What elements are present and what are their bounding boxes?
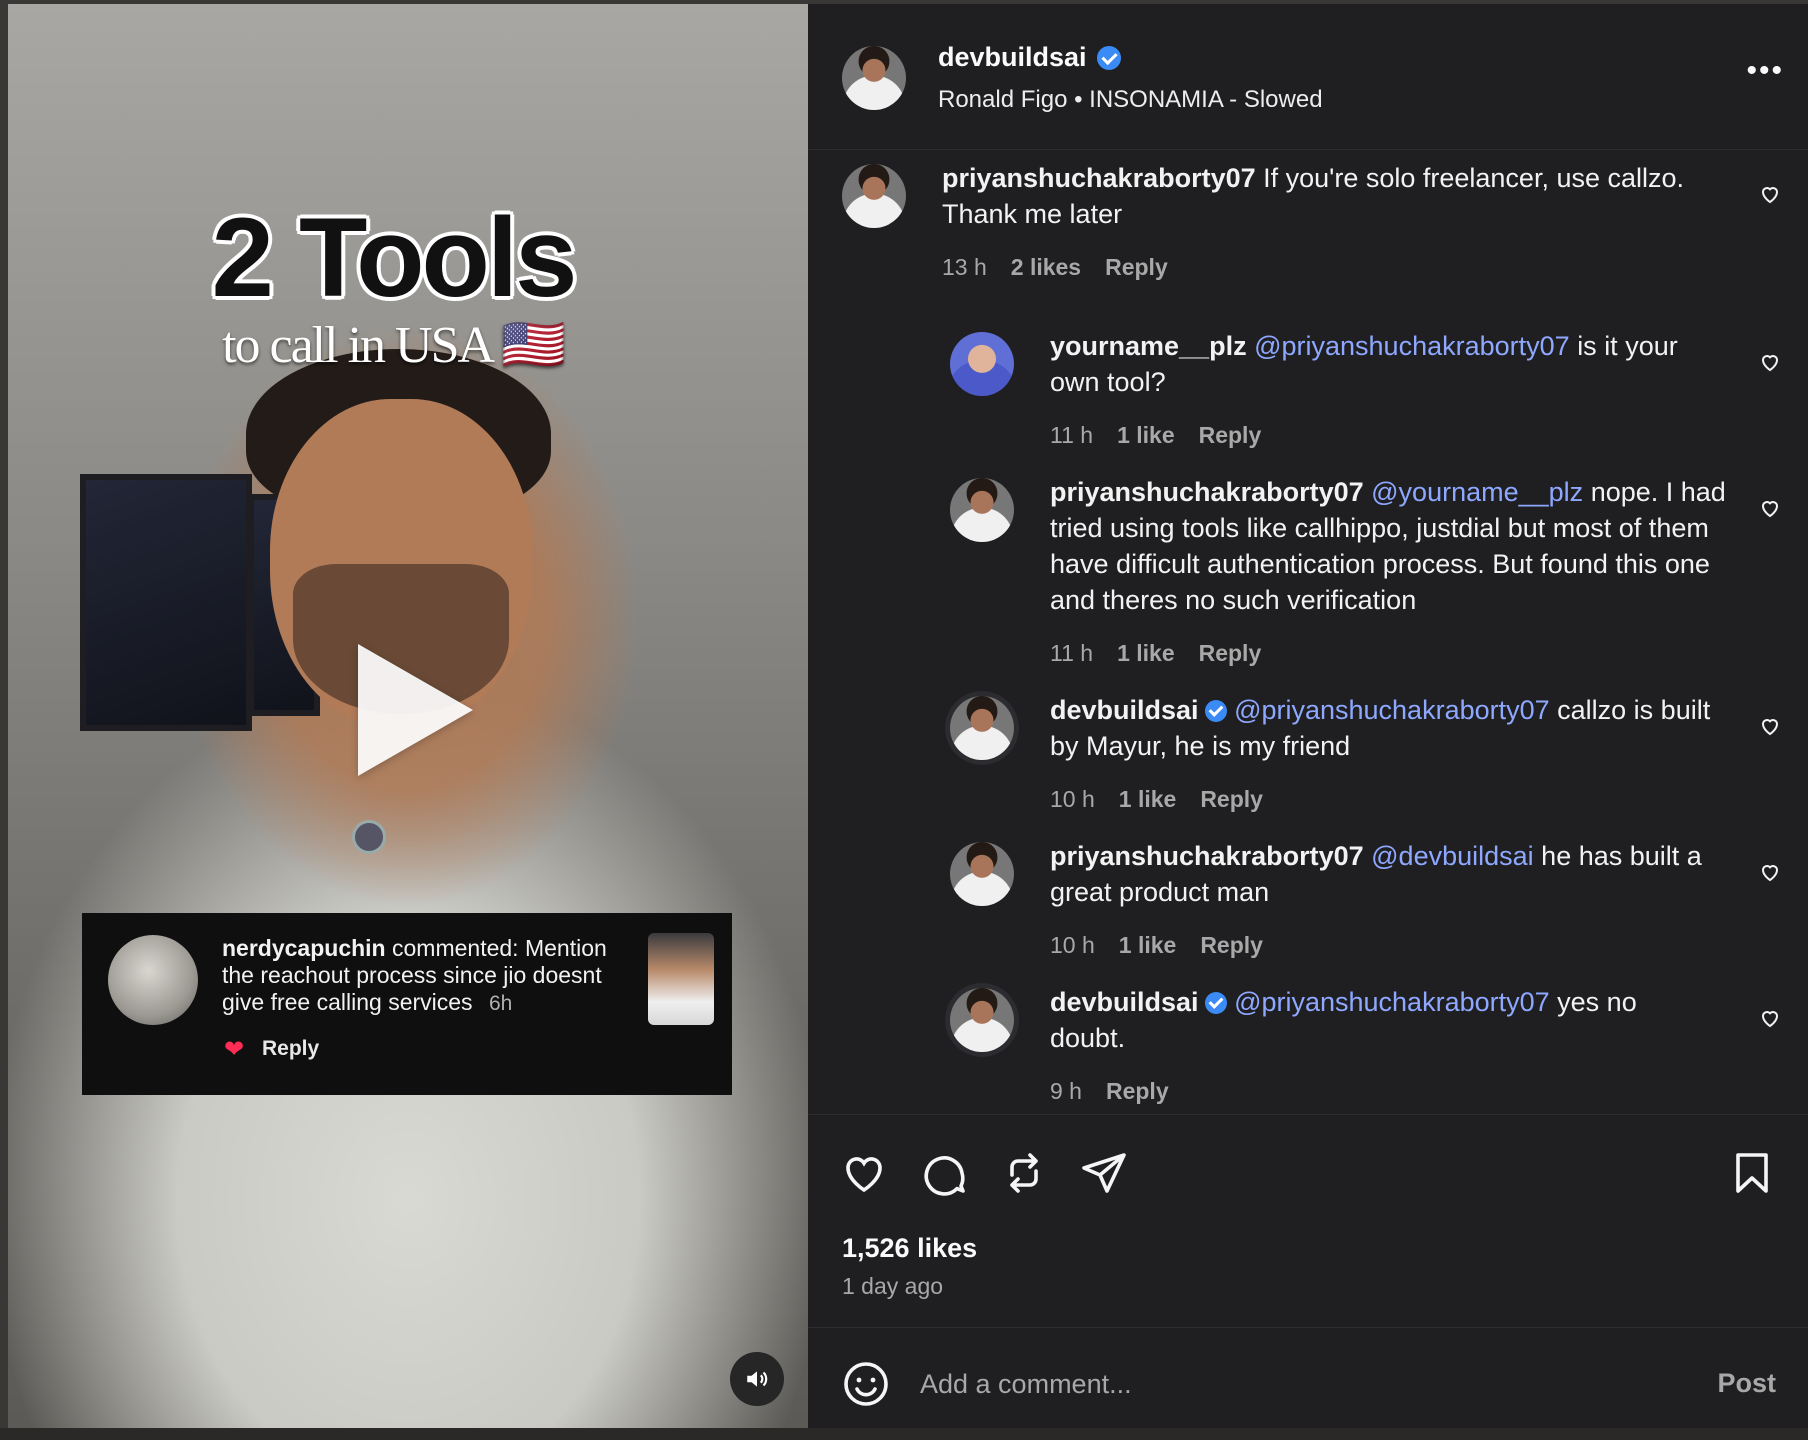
comment-reply-button[interactable]: Reply bbox=[1200, 932, 1263, 959]
comment-time: 10 h bbox=[1050, 786, 1095, 812]
comment-reply-button[interactable]: Reply bbox=[1106, 1078, 1169, 1105]
comment-text: devbuildsai @priyanshuchakraborty07 call… bbox=[1050, 692, 1730, 764]
comment-likes[interactable]: 1 like bbox=[1117, 422, 1175, 449]
comment-reply-button[interactable]: Reply bbox=[1200, 786, 1263, 813]
post-actions-bar: 1,526 likes 1 day ago Post bbox=[808, 1114, 1808, 1435]
comment-likes[interactable]: 1 like bbox=[1119, 932, 1177, 959]
post-timestamp: 1 day ago bbox=[842, 1273, 944, 1299]
verified-badge-icon bbox=[1096, 45, 1121, 70]
heart-filled-icon: ❤ bbox=[224, 1036, 245, 1063]
comment-username[interactable]: devbuildsai bbox=[1050, 695, 1227, 725]
heart-outline-icon[interactable] bbox=[1758, 714, 1782, 738]
author-avatar[interactable] bbox=[842, 46, 906, 110]
comment-time: 13 h bbox=[942, 254, 987, 280]
heart-outline-icon[interactable] bbox=[1758, 182, 1782, 206]
pinned-comment-text: nerdycapuchin commented: Mention the rea… bbox=[222, 935, 642, 1017]
bookmark-icon[interactable] bbox=[1728, 1149, 1776, 1197]
video-reply-thumbnail bbox=[648, 933, 714, 1025]
background-strip bbox=[0, 1428, 1808, 1440]
cat-avatar bbox=[108, 935, 198, 1025]
comment-username[interactable]: yourname__plz bbox=[1050, 331, 1247, 361]
pendant-icon bbox=[352, 820, 386, 854]
commenter-avatar[interactable] bbox=[950, 332, 1014, 396]
comment-meta: 10 h 1 like Reply bbox=[1050, 932, 1263, 959]
comment-meta: 9 h Reply bbox=[1050, 1078, 1169, 1105]
commenter-avatar[interactable] bbox=[950, 696, 1014, 760]
share-send-icon[interactable] bbox=[1080, 1149, 1128, 1197]
play-icon[interactable] bbox=[358, 644, 473, 776]
comment-reply-button[interactable]: Reply bbox=[1199, 640, 1262, 667]
heart-outline-icon[interactable] bbox=[1758, 350, 1782, 374]
heart-outline-icon[interactable] bbox=[1758, 1006, 1782, 1030]
comment-username-text: devbuildsai bbox=[1050, 987, 1199, 1017]
comment-meta: 10 h 1 like Reply bbox=[1050, 786, 1263, 813]
comment-time: 11 h bbox=[1050, 640, 1094, 666]
comment-composer: Post bbox=[808, 1327, 1808, 1433]
video-subline: to call in USA 🇺🇸 bbox=[222, 317, 566, 374]
like-heart-icon[interactable] bbox=[840, 1149, 888, 1197]
author-name-row: devbuildsai bbox=[938, 42, 1121, 73]
comment-bubble-icon[interactable] bbox=[920, 1149, 968, 1197]
comment-mention[interactable]: @priyanshuchakraborty07 bbox=[1234, 987, 1550, 1017]
heart-outline-icon[interactable] bbox=[1758, 860, 1782, 884]
emoji-icon[interactable] bbox=[842, 1360, 890, 1408]
video-headline: 2 Tools bbox=[211, 195, 578, 320]
comment-username[interactable]: devbuildsai bbox=[1050, 987, 1227, 1017]
comment-reply-button[interactable]: Reply bbox=[1105, 254, 1168, 281]
repost-icon[interactable] bbox=[1000, 1149, 1048, 1197]
comment-time: 9 h bbox=[1050, 1078, 1082, 1104]
reel-video[interactable]: 2 Tools to call in USA 🇺🇸 nerdycapuchin … bbox=[8, 4, 808, 1428]
comment-text: devbuildsai @priyanshuchakraborty07 yes … bbox=[1050, 984, 1710, 1056]
verified-badge-icon bbox=[1204, 992, 1227, 1014]
post-comment-button[interactable]: Post bbox=[1717, 1368, 1776, 1399]
comment-username-text: devbuildsai bbox=[1050, 695, 1199, 725]
comment-text: priyanshuchakraborty07 If you're solo fr… bbox=[942, 160, 1702, 232]
pinned-comment-reply: Reply bbox=[262, 1037, 320, 1060]
comment-text: priyanshuchakraborty07 @devbuildsai he h… bbox=[1050, 838, 1730, 910]
pinned-comment-username: nerdycapuchin bbox=[222, 935, 386, 961]
comment-text: yourname__plz @priyanshuchakraborty07 is… bbox=[1050, 328, 1710, 400]
comment-likes[interactable]: 2 likes bbox=[1011, 254, 1081, 281]
comment-time: 10 h bbox=[1050, 932, 1095, 958]
post-header: devbuildsai Ronald Figo • INSONAMIA - Sl… bbox=[808, 4, 1808, 150]
likes-count[interactable]: 1,526 likes bbox=[842, 1233, 977, 1264]
volume-button[interactable] bbox=[730, 1352, 784, 1406]
comment-username[interactable]: priyanshuchakraborty07 bbox=[1050, 841, 1364, 871]
commenter-avatar[interactable] bbox=[842, 164, 906, 228]
comment-username[interactable]: priyanshuchakraborty07 bbox=[1050, 477, 1364, 507]
comment-input[interactable] bbox=[918, 1358, 1622, 1410]
comment-text: priyanshuchakraborty07 @yourname__plz no… bbox=[1050, 474, 1730, 618]
speaker-icon bbox=[747, 1371, 768, 1387]
commenter-avatar[interactable] bbox=[950, 478, 1014, 542]
comment-likes[interactable]: 1 like bbox=[1119, 786, 1177, 813]
comment-reply-button[interactable]: Reply bbox=[1199, 422, 1262, 449]
comment-mention[interactable]: @priyanshuchakraborty07 bbox=[1254, 331, 1570, 361]
comment-username[interactable]: priyanshuchakraborty07 bbox=[942, 163, 1256, 193]
verified-badge-icon bbox=[1204, 700, 1227, 722]
post-side-panel: devbuildsai Ronald Figo • INSONAMIA - Sl… bbox=[808, 4, 1808, 1428]
comment-likes[interactable]: 1 like bbox=[1117, 640, 1175, 667]
audio-track[interactable]: Ronald Figo • INSONAMIA - Slowed bbox=[938, 86, 1323, 114]
comment-meta: 11 h 1 like Reply bbox=[1050, 422, 1261, 449]
commenter-avatar[interactable] bbox=[950, 988, 1014, 1052]
comment-mention[interactable]: @yourname__plz bbox=[1371, 477, 1583, 507]
comment-time: 11 h bbox=[1050, 422, 1094, 448]
comment-mention[interactable]: @priyanshuchakraborty07 bbox=[1234, 695, 1550, 725]
comment-meta: 13 h 2 likes Reply bbox=[942, 254, 1168, 281]
author-username[interactable]: devbuildsai bbox=[938, 42, 1087, 73]
commenter-avatar[interactable] bbox=[950, 842, 1014, 906]
more-options-icon[interactable]: ••• bbox=[1746, 54, 1784, 88]
heart-outline-icon[interactable] bbox=[1758, 496, 1782, 520]
pinned-comment-card: nerdycapuchin commented: Mention the rea… bbox=[82, 913, 732, 1095]
wall-poster bbox=[80, 474, 252, 731]
comment-mention[interactable]: @devbuildsai bbox=[1371, 841, 1534, 871]
pinned-comment-time: 6h bbox=[488, 992, 513, 1015]
comment-meta: 11 h 1 like Reply bbox=[1050, 640, 1261, 667]
